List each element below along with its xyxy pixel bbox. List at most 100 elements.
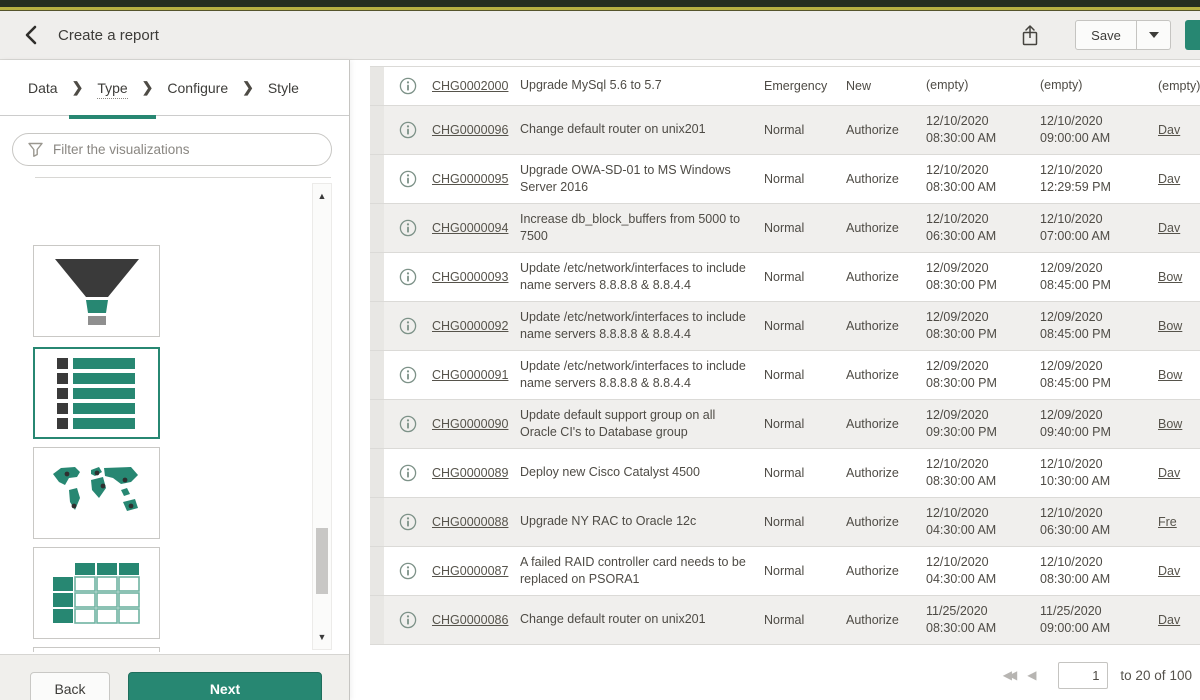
change-number-link[interactable]: CHG0002000 — [432, 79, 520, 93]
row-info-cell — [384, 611, 432, 629]
table-row[interactable]: CHG0000087 A failed RAID controller card… — [370, 547, 1200, 596]
assigned-to-link: (empty) — [1158, 79, 1200, 93]
table-row[interactable]: CHG0000086 Change default router on unix… — [370, 596, 1200, 645]
share-button[interactable] — [1015, 20, 1045, 50]
info-icon[interactable] — [399, 170, 417, 188]
short-description-cell: Update /etc/network/interfaces to includ… — [520, 260, 764, 295]
scroll-down-icon[interactable]: ▼ — [313, 629, 331, 645]
viz-type-funnel[interactable] — [33, 245, 160, 337]
run-button[interactable] — [1185, 20, 1200, 50]
info-icon[interactable] — [399, 513, 417, 531]
assigned-to-link[interactable]: Dav — [1158, 221, 1200, 235]
info-icon[interactable] — [399, 121, 417, 139]
info-icon[interactable] — [399, 366, 417, 384]
assigned-to-link[interactable]: Bow — [1158, 368, 1200, 382]
viz-type-pivot-table[interactable] — [33, 547, 160, 639]
table-row[interactable]: CHG0002000 Upgrade MySql 5.6 to 5.7 Emer… — [370, 66, 1200, 106]
info-icon[interactable] — [399, 77, 417, 95]
viz-type-map[interactable] — [33, 447, 160, 539]
state-cell: Authorize — [846, 221, 926, 235]
assigned-to-link[interactable]: Dav — [1158, 172, 1200, 186]
change-number-link[interactable]: CHG0000093 — [432, 270, 520, 284]
priority-cell: Normal — [764, 270, 846, 284]
back-button[interactable]: Back — [30, 672, 110, 700]
scrollbar-thumb[interactable] — [316, 528, 328, 594]
row-gutter — [370, 204, 384, 252]
table-row[interactable]: CHG0000091 Update /etc/network/interface… — [370, 351, 1200, 400]
table-row[interactable]: CHG0000095 Upgrade OWA-SD-01 to MS Windo… — [370, 155, 1200, 204]
visualization-filter-input[interactable] — [12, 133, 332, 166]
table-row[interactable]: CHG0000094 Increase db_block_buffers fro… — [370, 204, 1200, 253]
info-icon[interactable] — [399, 415, 417, 433]
state-cell: Authorize — [846, 172, 926, 186]
state-cell: Authorize — [846, 466, 926, 480]
end-date-cell: 12/09/2020 08:45:00 PM — [1040, 309, 1158, 344]
priority-cell: Normal — [764, 319, 846, 333]
state-cell: Authorize — [846, 270, 926, 284]
table-row[interactable]: CHG0000093 Update /etc/network/interface… — [370, 253, 1200, 302]
save-menu-button[interactable] — [1137, 20, 1171, 50]
change-number-link[interactable]: CHG0000096 — [432, 123, 520, 137]
end-date-cell: (empty) — [1040, 77, 1158, 94]
change-number-link[interactable]: CHG0000090 — [432, 417, 520, 431]
change-number-link[interactable]: CHG0000091 — [432, 368, 520, 382]
scroll-up-icon[interactable]: ▲ — [313, 188, 331, 204]
change-number-link[interactable]: CHG0000089 — [432, 466, 520, 480]
tab-type[interactable]: Type — [97, 80, 127, 96]
state-cell: Authorize — [846, 417, 926, 431]
change-number-link[interactable]: CHG0000088 — [432, 515, 520, 529]
start-date-cell: 12/09/2020 08:30:00 PM — [926, 358, 1040, 393]
assigned-to-link[interactable]: Dav — [1158, 564, 1200, 578]
viz-type-pyramid[interactable] — [33, 647, 160, 652]
table-row[interactable]: CHG0000089 Deploy new Cisco Catalyst 450… — [370, 449, 1200, 498]
info-icon[interactable] — [399, 268, 417, 286]
info-icon[interactable] — [399, 562, 417, 580]
assigned-to-link[interactable]: Dav — [1158, 466, 1200, 480]
assigned-to-link[interactable]: Dav — [1158, 613, 1200, 627]
info-icon[interactable] — [399, 611, 417, 629]
end-date-cell: 12/09/2020 08:45:00 PM — [1040, 260, 1158, 295]
chevron-right-icon: ❯ — [242, 79, 254, 96]
table-row[interactable]: CHG0000096 Change default router on unix… — [370, 106, 1200, 155]
short-description-cell: Deploy new Cisco Catalyst 4500 — [520, 464, 764, 481]
assigned-to-link[interactable]: Bow — [1158, 319, 1200, 333]
priority-cell: Normal — [764, 515, 846, 529]
table-row[interactable]: CHG0000088 Upgrade NY RAC to Oracle 12c … — [370, 498, 1200, 547]
priority-cell: Emergency — [764, 79, 846, 93]
short-description-cell: Update /etc/network/interfaces to includ… — [520, 309, 764, 344]
viz-type-list[interactable] — [33, 347, 160, 439]
change-number-link[interactable]: CHG0000094 — [432, 221, 520, 235]
state-cell: Authorize — [846, 613, 926, 627]
viz-list-scrollbar[interactable]: ▲ ▼ — [312, 183, 332, 650]
tab-configure[interactable]: Configure — [167, 80, 228, 96]
pagination-range: to 20 of 100 — [1120, 668, 1192, 683]
info-icon[interactable] — [399, 464, 417, 482]
first-page-icon[interactable]: ◀◀ — [1003, 668, 1013, 682]
pivot-table-icon — [53, 562, 141, 624]
previous-page-icon[interactable]: ◀ — [1027, 668, 1036, 682]
assigned-to-link[interactable]: Fre — [1158, 515, 1200, 529]
change-number-link[interactable]: CHG0000087 — [432, 564, 520, 578]
info-icon[interactable] — [399, 317, 417, 335]
tab-style[interactable]: Style — [268, 80, 299, 96]
info-icon[interactable] — [399, 219, 417, 237]
table-row[interactable]: CHG0000092 Update /etc/network/interface… — [370, 302, 1200, 351]
state-cell: Authorize — [846, 368, 926, 382]
tab-data[interactable]: Data — [28, 80, 58, 96]
back-chevron-button[interactable] — [18, 22, 44, 48]
change-number-link[interactable]: CHG0000092 — [432, 319, 520, 333]
save-button[interactable]: Save — [1075, 20, 1137, 50]
pagination-total: 100 — [1169, 668, 1192, 683]
assigned-to-link[interactable]: Dav — [1158, 123, 1200, 137]
change-number-link[interactable]: CHG0000095 — [432, 172, 520, 186]
list-chart-icon — [55, 356, 139, 430]
page-number-input[interactable] — [1058, 662, 1108, 689]
row-gutter — [370, 596, 384, 644]
change-number-link[interactable]: CHG0000086 — [432, 613, 520, 627]
table-row[interactable]: CHG0000090 Update default support group … — [370, 400, 1200, 449]
assigned-to-link[interactable]: Bow — [1158, 417, 1200, 431]
row-info-cell — [384, 219, 432, 237]
next-button[interactable]: Next — [128, 672, 322, 700]
end-date-cell: 12/10/2020 10:30:00 AM — [1040, 456, 1158, 491]
assigned-to-link[interactable]: Bow — [1158, 270, 1200, 284]
